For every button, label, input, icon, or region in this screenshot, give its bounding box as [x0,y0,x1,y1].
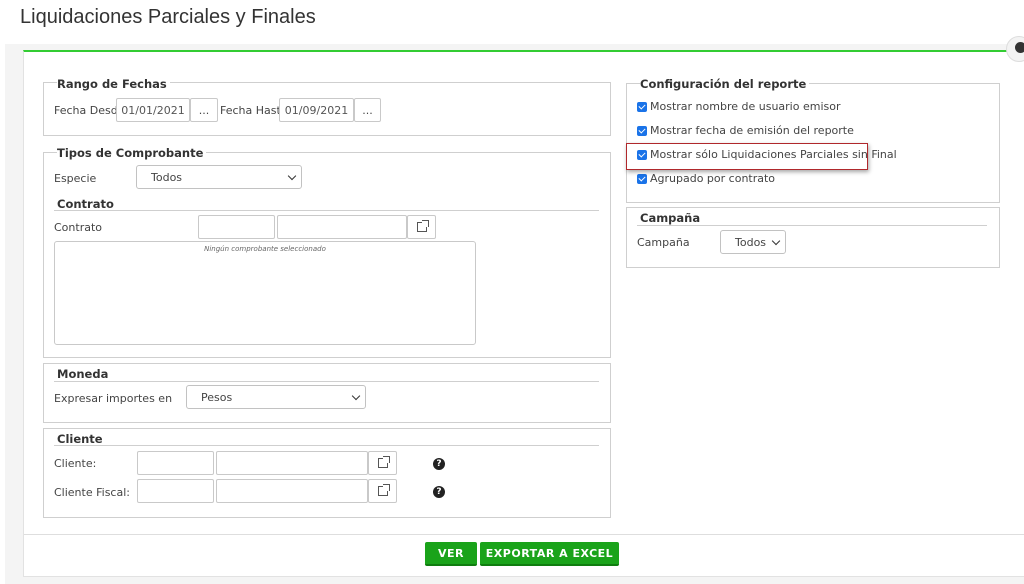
contrato-code-input[interactable] [198,215,275,239]
exportar-excel-button[interactable]: EXPORTAR A EXCEL [480,542,619,566]
fecha-desde-label: Fecha Desde [54,104,125,117]
contrato-legend-line [54,210,599,211]
cliente-name-input[interactable] [216,451,368,475]
cliente-help-icon[interactable]: ? [433,458,445,470]
campana-label: Campaña [637,236,690,249]
campana-select-value: Todos [735,235,767,249]
especie-select[interactable]: Todos [136,165,302,189]
external-link-icon [416,220,429,232]
fecha-desde-picker-button[interactable]: ... [190,98,218,122]
fecha-hasta-picker-button[interactable]: ... [354,98,381,122]
legend-contrato: Contrato [57,197,117,211]
cliente-search-button[interactable] [368,451,397,475]
campana-select[interactable]: Todos [720,230,786,254]
campana-legend-line [637,225,987,226]
cliente-fiscal-name-input[interactable] [216,479,368,503]
legend-rango-fechas: Rango de Fechas [57,77,170,91]
checkbox-checked-icon[interactable] [637,125,647,136]
contrato-label: Contrato [54,221,103,234]
highlight-box [626,143,868,170]
ver-button[interactable]: VER [425,542,477,566]
option-usuario-emisor[interactable]: Mostrar nombre de usuario emisor [637,100,840,113]
chevron-down-icon [771,236,781,246]
option-label: Agrupado por contrato [650,172,776,185]
cliente-code-input[interactable] [137,451,214,475]
fecha-hasta-input[interactable]: 01/09/2021 [279,98,354,122]
legend-configuracion: Configuración del reporte [640,77,810,91]
legend-campana: Campaña [640,211,704,225]
option-label: Mostrar fecha de emisión del reporte [650,124,854,137]
empty-list-message: Ningún comprobante seleccionado [204,245,326,253]
option-label: Mostrar nombre de usuario emisor [650,100,841,113]
expresar-importes-label: Expresar importes en [54,392,173,405]
contrato-name-input[interactable] [277,215,407,239]
chevron-down-icon [287,171,297,181]
especie-select-value: Todos [151,170,183,184]
option-agrupado-contrato[interactable]: Agrupado por contrato [637,172,775,185]
moneda-select-value: Pesos [201,390,233,404]
especie-label: Especie [54,172,97,185]
contrato-search-button[interactable] [407,215,436,239]
legend-cliente: Cliente [57,432,106,446]
cliente-fiscal-label: Cliente Fiscal: [54,486,130,499]
checkbox-checked-icon[interactable] [637,101,647,112]
fecha-desde-input[interactable]: 01/01/2021 [116,98,190,122]
option-fecha-emision[interactable]: Mostrar fecha de emisión del reporte [637,124,854,137]
moneda-legend-line [54,381,599,382]
footer-divider [24,534,1024,535]
external-link-icon [377,484,390,496]
cliente-legend-line [54,445,599,446]
contrato-list-box[interactable]: Ningún comprobante seleccionado [54,241,476,345]
moneda-select[interactable]: Pesos [186,385,366,409]
cliente-fiscal-code-input[interactable] [137,479,214,503]
legend-tipos-comprobante: Tipos de Comprobante [57,146,207,160]
fecha-hasta-label: Fecha Hasta [220,104,288,117]
chevron-down-icon [351,391,361,401]
cliente-label: Cliente: [54,457,97,470]
page-title: Liquidaciones Parciales y Finales [20,6,316,28]
checkbox-checked-icon[interactable] [637,173,647,184]
cliente-fiscal-search-button[interactable] [368,479,397,503]
legend-moneda: Moneda [57,367,112,381]
external-link-icon [377,456,390,468]
cliente-fiscal-help-icon[interactable]: ? [433,486,445,498]
